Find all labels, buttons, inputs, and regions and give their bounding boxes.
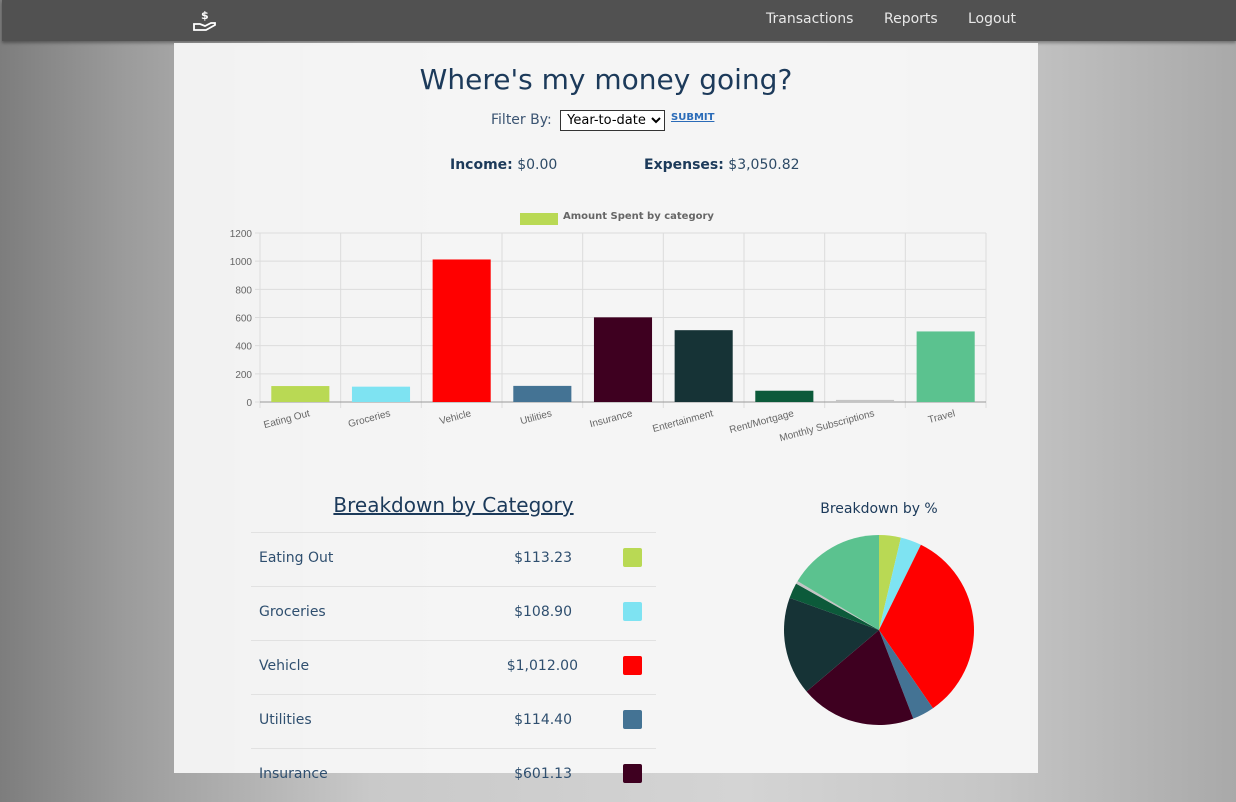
category-name: Vehicle <box>259 658 310 674</box>
category-amount: $601.13 <box>514 766 572 782</box>
category-name: Eating Out <box>259 550 334 566</box>
category-amount: $113.23 <box>514 550 572 566</box>
top-navbar: $ Transactions Reports Logout <box>2 0 1236 41</box>
bar-eating-out <box>271 386 330 402</box>
nav-reports-link[interactable]: Reports <box>884 11 938 27</box>
table-row: Groceries $108.90 <box>251 586 656 640</box>
x-tick-label: Travel <box>927 408 956 426</box>
page-title: Where's my money going? <box>419 63 793 96</box>
y-tick-label: 600 <box>235 314 252 325</box>
main-content: Where's my money going? Filter By: Year-… <box>174 43 1038 783</box>
expenses-summary: Expenses: $3,050.82 <box>644 157 800 173</box>
category-color-swatch <box>623 710 642 729</box>
bar-chart: 0 200 400 600 800 1000 1200 Eating Out Groceries… <box>230 229 987 444</box>
x-tick-label: Groceries <box>347 408 392 430</box>
x-tick-label: Utilities <box>519 408 553 427</box>
category-color-swatch <box>623 548 642 567</box>
bar-utilities <box>513 385 572 402</box>
filter-row: Filter By: Year-to-date <box>491 110 666 131</box>
filter-select[interactable]: Year-to-date <box>560 110 666 131</box>
category-color-swatch <box>623 656 642 675</box>
bar-monthly-subscriptions <box>835 399 895 402</box>
y-tick-label: 800 <box>235 285 252 296</box>
income-value: $0.00 <box>517 157 558 173</box>
bar-legend-swatch[interactable] <box>520 213 558 225</box>
category-name: Insurance <box>259 766 328 782</box>
category-amount: $108.90 <box>514 604 572 620</box>
y-tick-label: 200 <box>235 370 252 381</box>
category-name: Utilities <box>259 712 312 728</box>
category-color-swatch <box>623 764 642 783</box>
x-tick-label: Eating Out <box>263 408 312 431</box>
y-tick-label: 1000 <box>230 257 253 268</box>
income-summary: Income: $0.00 <box>450 157 557 173</box>
table-row: Eating Out $113.23 <box>251 532 656 586</box>
x-tick-label: Insurance <box>589 408 635 430</box>
y-tick-label: 400 <box>235 342 252 353</box>
expenses-label: Expenses: <box>644 157 724 173</box>
nav-logout-link[interactable]: Logout <box>968 11 1016 27</box>
breakdown-table: Eating Out $113.23 Groceries $108.90 Vehicle… <box>251 532 656 802</box>
nav-transactions-link[interactable]: Transactions <box>766 11 853 27</box>
bar-entertainment <box>674 330 733 402</box>
pie-title: Breakdown by % <box>820 501 938 517</box>
submit-button[interactable]: SUBMIT <box>671 112 714 123</box>
category-name: Groceries <box>259 604 326 620</box>
bar-vehicle <box>432 259 491 402</box>
breakdown-title: Breakdown by Category <box>333 493 574 517</box>
money-hand-icon[interactable]: $ <box>192 8 218 32</box>
x-tick-label: Entertainment <box>651 408 714 435</box>
svg-text:$: $ <box>201 9 209 22</box>
bar-groceries <box>351 386 411 402</box>
x-tick-label: Vehicle <box>438 408 472 427</box>
income-label: Income: <box>450 157 513 173</box>
filter-label: Filter By: <box>491 112 552 128</box>
bar-legend-label[interactable]: Amount Spent by category <box>563 211 714 222</box>
bar-travel <box>916 331 975 402</box>
y-tick-label: 1200 <box>230 229 253 240</box>
table-row: Insurance $601.13 <box>251 748 656 802</box>
table-row: Utilities $114.40 <box>251 694 656 748</box>
category-color-swatch <box>623 602 642 621</box>
y-tick-label: 0 <box>246 398 252 409</box>
expenses-value: $3,050.82 <box>728 157 800 173</box>
category-amount: $1,012.00 <box>506 658 578 674</box>
bar-insurance <box>593 317 653 402</box>
pie-chart <box>784 535 974 725</box>
bar-rent-mortgage <box>755 390 814 402</box>
category-amount: $114.40 <box>514 712 572 728</box>
table-row: Vehicle $1,012.00 <box>251 640 656 694</box>
